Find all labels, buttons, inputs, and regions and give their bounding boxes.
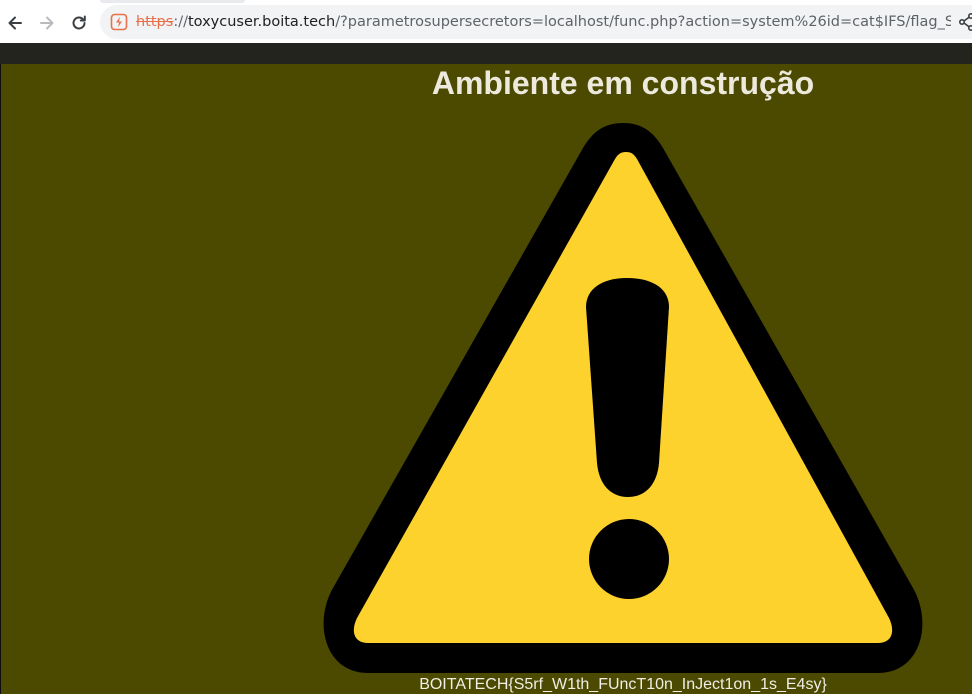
active-tab-edge: [100, 0, 245, 3]
warning-sign-image: [323, 123, 923, 673]
url-host: toxycuser.boita.tech: [187, 14, 336, 30]
page-title: Ambiente em construção: [431, 65, 815, 101]
forward-button[interactable]: [32, 8, 62, 38]
address-bar[interactable]: https://toxycuser.boita.tech/?parametros…: [100, 5, 972, 39]
url-text[interactable]: https://toxycuser.boita.tech/?parametros…: [136, 14, 951, 30]
page-top-bar: [0, 43, 972, 64]
share-icon[interactable]: [958, 12, 972, 32]
exclamation-bar: [586, 278, 669, 497]
not-secure-icon[interactable]: [110, 13, 128, 31]
back-button[interactable]: [0, 8, 30, 38]
browser-toolbar: https://toxycuser.boita.tech/?parametros…: [0, 0, 972, 43]
back-arrow-icon: [8, 16, 22, 30]
url-separator: ://: [173, 14, 188, 30]
forward-arrow-icon: [40, 16, 54, 30]
reload-button[interactable]: [64, 8, 94, 38]
url-path: /?parametrosupersecretors=localhost/func…: [335, 14, 951, 30]
reload-icon: [72, 15, 86, 30]
url-scheme: https: [136, 14, 174, 30]
flag-text: BOITATECH{S5rf_W1th_FUncT10n_InJect1on_1…: [419, 676, 827, 693]
exclamation-dot: [589, 519, 669, 599]
